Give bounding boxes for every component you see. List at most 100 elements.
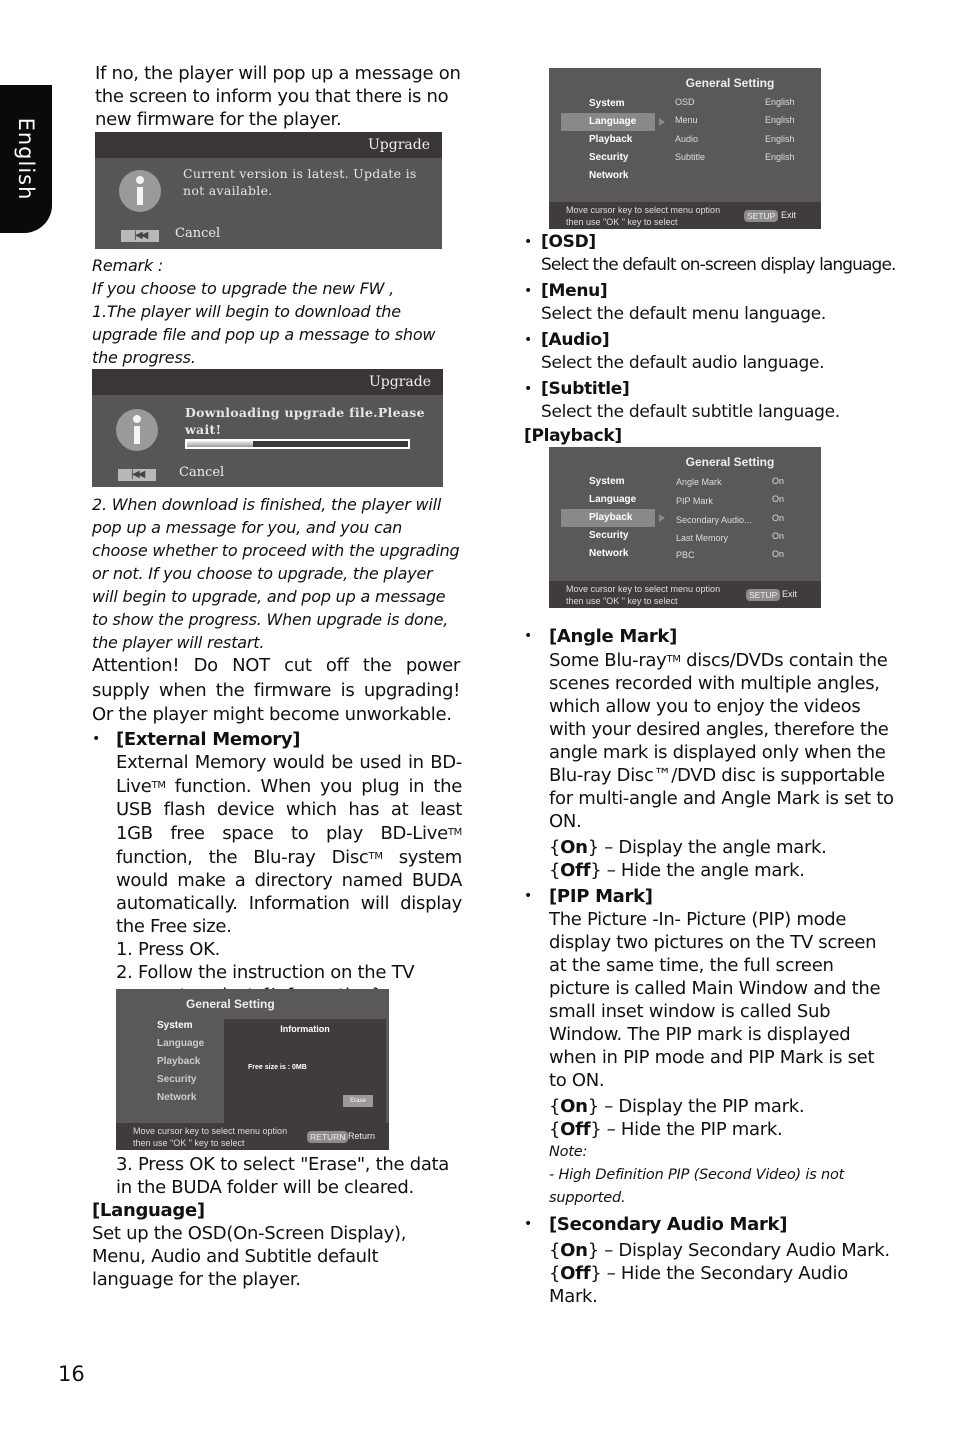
- erase-button[interactable]: Erase: [343, 1095, 373, 1107]
- exit-action[interactable]: Exit: [782, 589, 797, 599]
- menu-item: • [Menu] Select the default menu languag…: [524, 280, 904, 326]
- cancel-button[interactable]: Cancel: [179, 465, 224, 480]
- angle-mark-heading: [Angle Mark]: [549, 626, 678, 647]
- menu-item-system[interactable]: System: [561, 473, 655, 491]
- page-number: 16: [58, 1362, 85, 1386]
- osd-item: • [OSD] Select the default on-screen dis…: [524, 231, 904, 277]
- language-text: Set up the OSD(On-Screen Display), Menu,…: [92, 1223, 407, 1290]
- free-size-label: Free size is : 0MB: [248, 1064, 307, 1071]
- step2-text: 2. When download is finished, the player…: [92, 495, 460, 652]
- subtitle-item: • [Subtitle] Select the default subtitle…: [524, 378, 904, 424]
- external-memory-step3: 3. Press OK to select "Erase", the data …: [116, 1154, 450, 1198]
- progress-fill: [187, 441, 254, 447]
- option-pbc[interactable]: PBC: [676, 550, 695, 560]
- menu-item-playback[interactable]: Playback: [561, 131, 655, 149]
- settings-menu: System Language Playback Security Networ…: [561, 473, 665, 563]
- pip-mark-heading: [PIP Mark]: [549, 886, 653, 907]
- option-menu-value[interactable]: English: [765, 115, 795, 125]
- information-title: Information: [280, 1024, 330, 1034]
- info-icon: [116, 409, 158, 451]
- panel-title: General Setting: [186, 997, 275, 1011]
- option-angle-mark-value[interactable]: On: [772, 476, 784, 486]
- option-audio-value[interactable]: English: [765, 134, 795, 144]
- upgrade-dialog-latest: Upgrade Current version is latest. Updat…: [95, 132, 442, 249]
- playback-options-list: • [Angle Mark] Some Blu-rayTM discs/DVDs…: [524, 625, 894, 1308]
- language-heading: [Language]: [92, 1200, 205, 1221]
- angle-mark-off: {Off} – Hide the angle mark.: [549, 860, 805, 881]
- general-setting-playback-panel: General Setting System Language Playback…: [549, 447, 821, 608]
- setup-key-badge: SETUP: [744, 210, 779, 222]
- exit-action[interactable]: Exit: [781, 210, 796, 220]
- cancel-button[interactable]: Cancel: [175, 226, 220, 241]
- language-side-tab: English: [0, 85, 52, 233]
- panel-footer: Move cursor key to select menu option th…: [549, 202, 821, 229]
- menu-item-system[interactable]: System: [129, 1017, 223, 1035]
- attention-text: Attention! Do NOT cut off the power supp…: [92, 655, 460, 725]
- footer-hint: Move cursor key to select menu option th…: [133, 1126, 288, 1148]
- return-action[interactable]: Return: [348, 1131, 375, 1141]
- option-pbc-value[interactable]: On: [772, 549, 784, 559]
- footer-hint: Move cursor key to select menu option th…: [566, 205, 721, 227]
- option-subtitle-value[interactable]: English: [765, 152, 795, 162]
- option-last-memory[interactable]: Last Memory: [676, 533, 728, 543]
- footer-hint: Move cursor key to select menu option th…: [566, 584, 721, 606]
- option-menu[interactable]: Menu: [675, 115, 698, 125]
- pip-note-label: Note:: [549, 1144, 588, 1160]
- general-setting-language-panel: General Setting System Language Playback…: [549, 68, 821, 229]
- information-pane: Information Free size is : 0MB Erase: [224, 1019, 386, 1123]
- menu-item-security[interactable]: Security: [129, 1071, 223, 1089]
- subtitle-text: Select the default subtitle language.: [541, 402, 840, 422]
- remark-step1: 1.The player will begin to download the …: [92, 302, 436, 367]
- menu-item-playback[interactable]: Playback: [129, 1053, 223, 1071]
- remark: Remark : If you choose to upgrade the ne…: [92, 254, 462, 369]
- angle-mark-item: • [Angle Mark] Some Blu-rayTM discs/DVDs…: [524, 626, 894, 881]
- pip-mark-on: {On} – Display the PIP mark.: [549, 1096, 805, 1117]
- option-angle-mark[interactable]: Angle Mark: [676, 477, 722, 487]
- playback-heading: [Playback]: [524, 426, 622, 446]
- menu-item-playback[interactable]: Playback: [561, 509, 665, 527]
- option-audio[interactable]: Audio: [675, 134, 698, 144]
- secondary-audio-mark-on: {On} – Display Secondary Audio Mark.: [549, 1240, 890, 1261]
- language-options-list: • [OSD] Select the default on-screen dis…: [524, 231, 904, 448]
- menu-item-language[interactable]: Language: [561, 491, 655, 509]
- dialog-message: Downloading upgrade file.Please wait!: [185, 405, 425, 437]
- menu-item-security[interactable]: Security: [561, 149, 655, 167]
- secondary-audio-mark-heading: [Secondary Audio Mark]: [549, 1214, 788, 1235]
- dialog-message: Current version is latest. Update is not…: [183, 166, 417, 198]
- option-secondary-audio[interactable]: Secondary Audio...: [676, 515, 752, 525]
- pip-mark-item: • [PIP Mark] The Picture -In- Picture (P…: [524, 885, 894, 1210]
- external-memory-text: External Memory would be used in BD-Live…: [116, 752, 462, 937]
- external-memory-section: • [External Memory] External Memory woul…: [92, 728, 462, 1007]
- option-pip-mark-value[interactable]: On: [772, 494, 784, 504]
- audio-heading: [Audio]: [541, 330, 610, 350]
- option-pip-mark[interactable]: PIP Mark: [676, 496, 713, 506]
- option-osd-value[interactable]: English: [765, 97, 795, 107]
- menu-item-security[interactable]: Security: [561, 527, 655, 545]
- option-osd[interactable]: OSD: [675, 97, 695, 107]
- secondary-audio-mark-item: • [Secondary Audio Mark] {On} – Display …: [524, 1213, 894, 1308]
- skip-back-icon: |◀◀: [118, 469, 156, 481]
- option-subtitle[interactable]: Subtitle: [675, 152, 705, 162]
- pip-mark-text: The Picture -In- Picture (PIP) mode disp…: [549, 909, 881, 1091]
- language-section: [Language] Set up the OSD(On-Screen Disp…: [92, 1199, 462, 1291]
- download-progress-bar: [185, 439, 410, 449]
- option-last-memory-value[interactable]: On: [772, 531, 784, 541]
- panel-title: General Setting: [685, 455, 775, 469]
- menu-item-network[interactable]: Network: [561, 545, 655, 563]
- menu-item-system[interactable]: System: [561, 95, 655, 113]
- menu-heading: [Menu]: [541, 281, 608, 301]
- menu-item-network[interactable]: Network: [129, 1089, 223, 1107]
- audio-text: Select the default audio language.: [541, 353, 825, 373]
- menu-item-language[interactable]: Language: [561, 113, 665, 131]
- panel-title: General Setting: [685, 76, 775, 90]
- skip-back-icon: |◀◀: [121, 230, 159, 242]
- angle-mark-on: {On} – Display the angle mark.: [549, 837, 827, 858]
- menu-item-network[interactable]: Network: [561, 167, 655, 185]
- external-memory-heading: [External Memory]: [116, 729, 301, 750]
- settings-menu: System Language Playback Security Networ…: [561, 95, 665, 185]
- pip-mark-off: {Off} – Hide the PIP mark.: [549, 1119, 783, 1140]
- general-setting-information-panel: General Setting System Language Playback…: [116, 989, 389, 1150]
- osd-text: Select the default on-screen display lan…: [541, 255, 896, 275]
- option-secondary-audio-value[interactable]: On: [772, 513, 784, 523]
- menu-item-language[interactable]: Language: [129, 1035, 223, 1053]
